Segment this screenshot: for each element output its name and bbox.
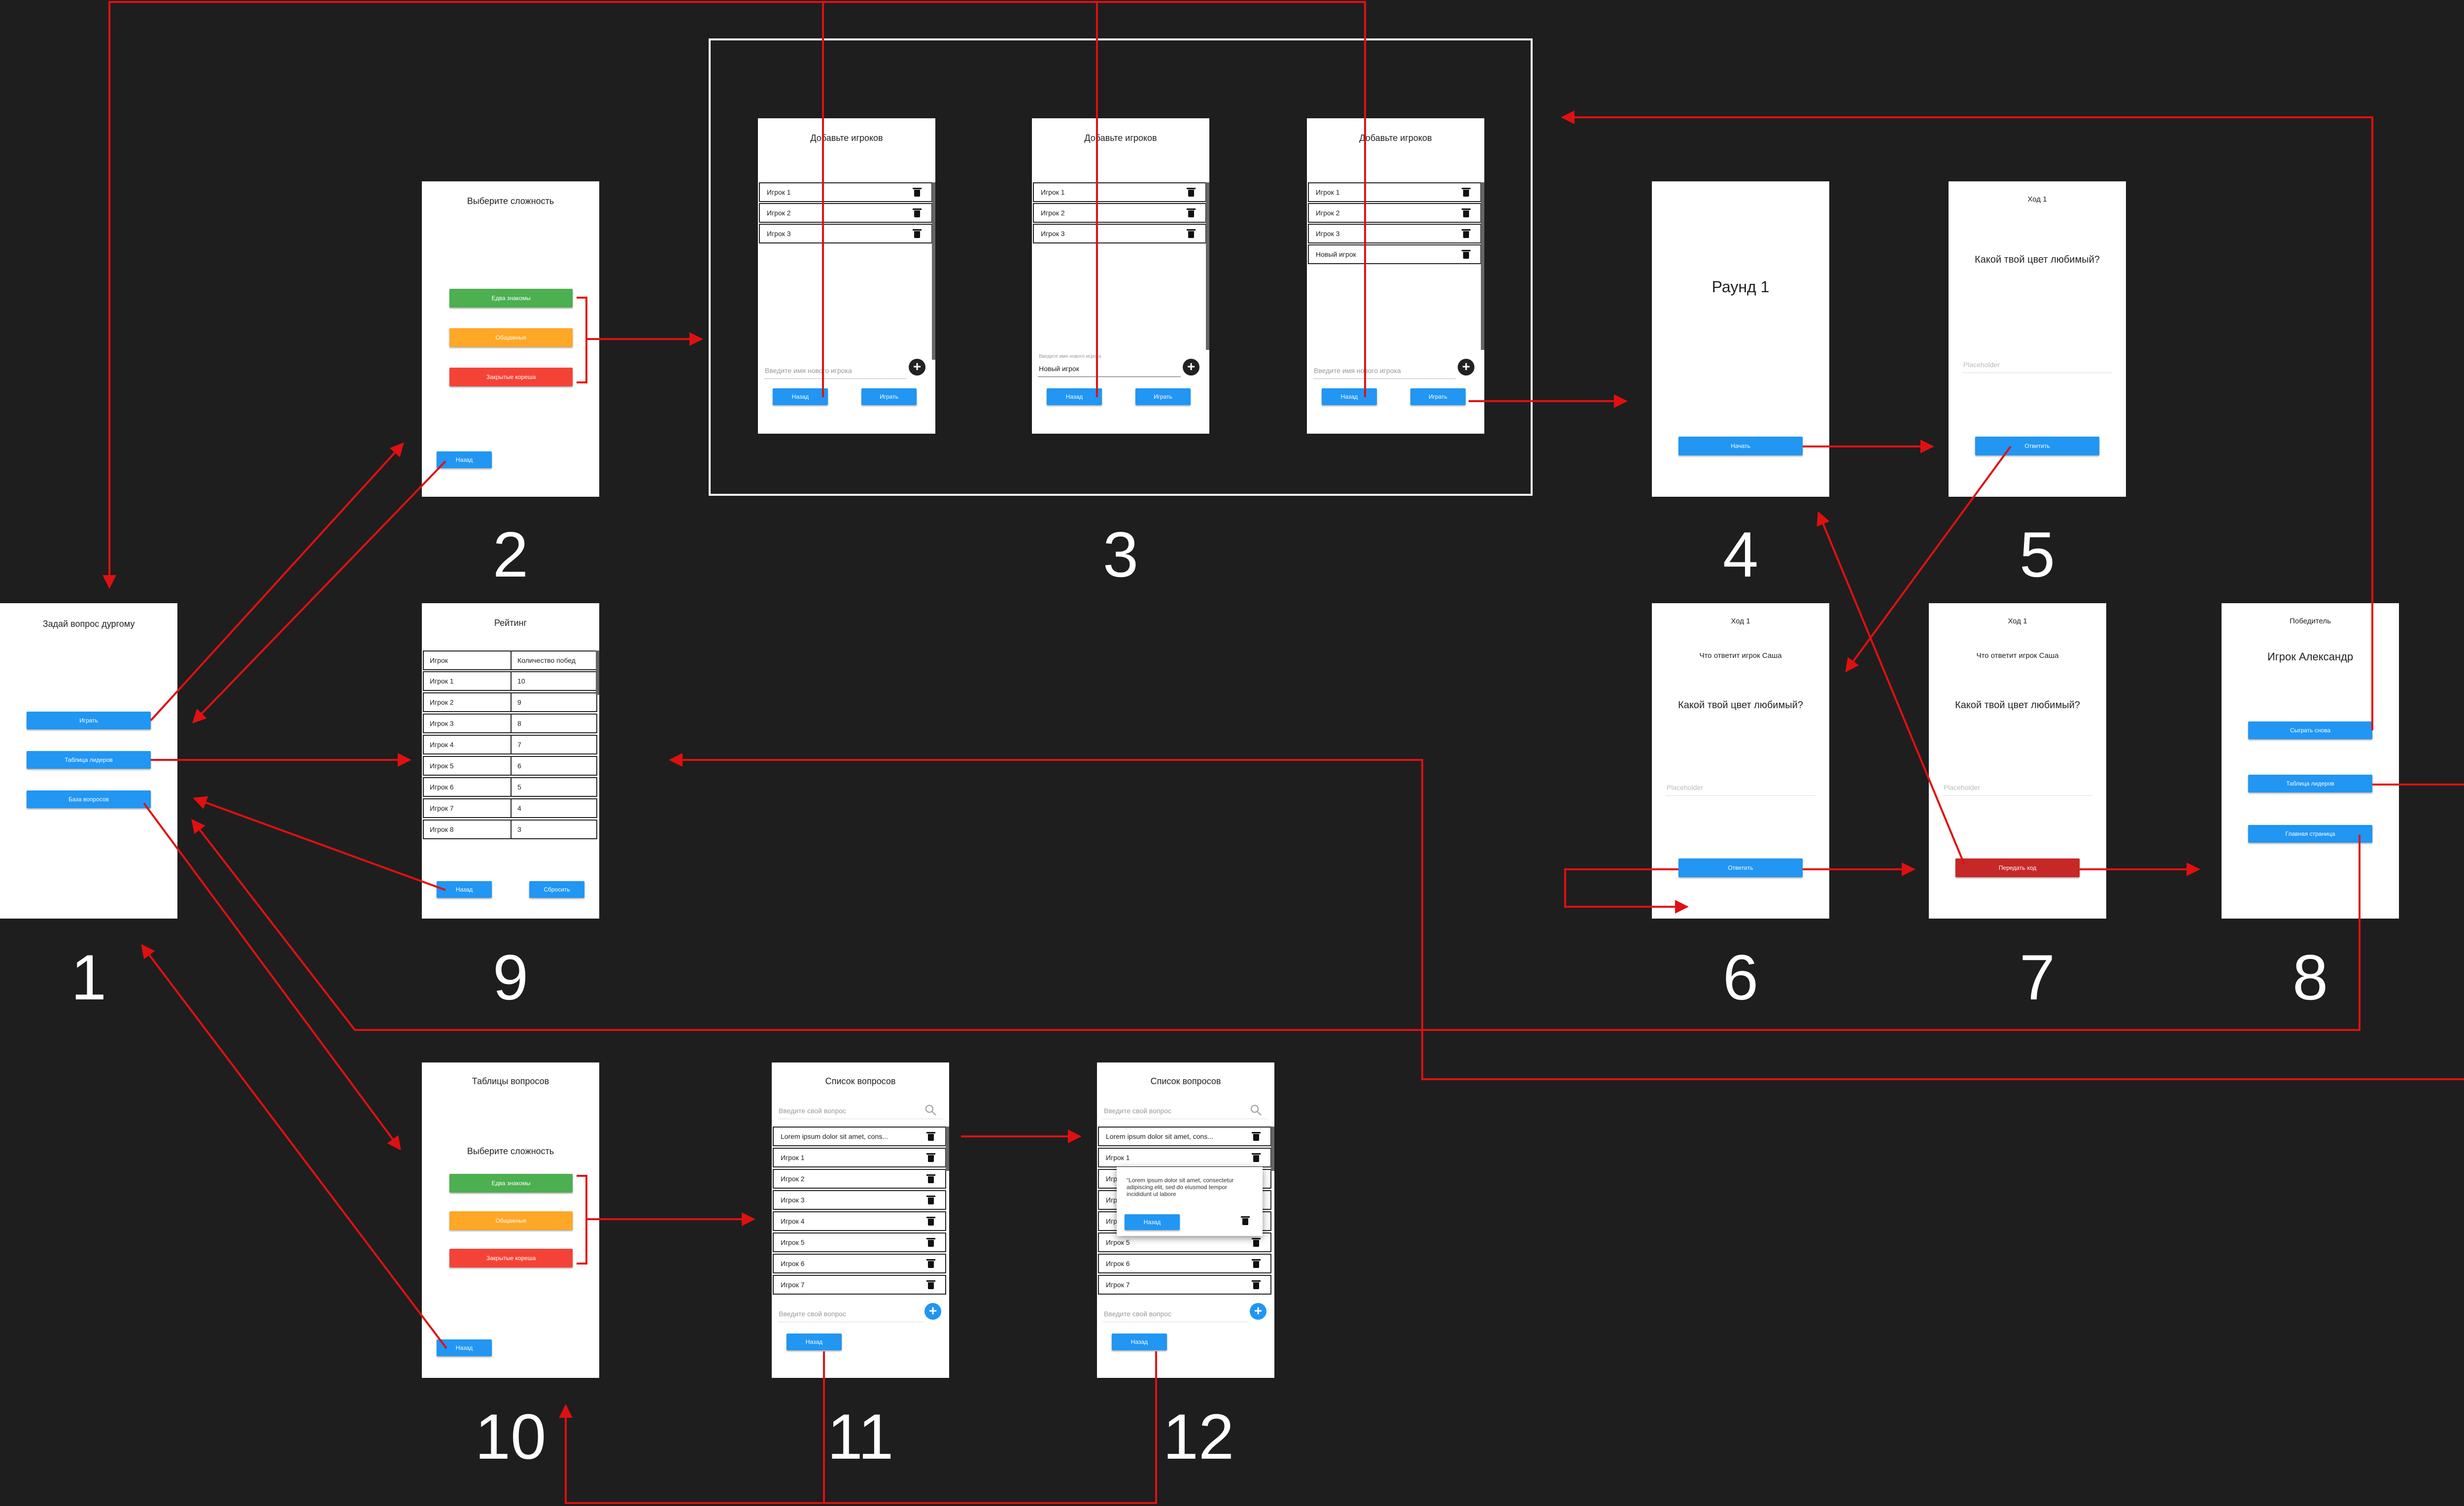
arrow-top-to-1 xyxy=(103,1,1365,589)
arrow-2-back-to-1 xyxy=(192,460,446,724)
arrow-9-back-to-1 xyxy=(193,796,446,891)
arrow-1-to-2 xyxy=(150,442,404,721)
flow-arrows xyxy=(103,1,2464,1504)
arrow-6-loop xyxy=(1564,868,1689,914)
arrow-7-to-4 xyxy=(1816,511,1965,865)
arrow-10-to-11 xyxy=(577,1175,754,1265)
arrow-8-to-3 xyxy=(1561,110,2373,730)
arrow-2-to-3 xyxy=(577,297,702,383)
arrow-11-12-back-to-10 xyxy=(559,1351,825,1504)
arrow-12-back xyxy=(824,1351,1157,1504)
arrow-1-to-10 xyxy=(143,802,401,1151)
arrow-8-to-1 xyxy=(191,819,2361,1031)
arrow-8-to-9 xyxy=(669,753,2464,1080)
arrow-3a-back-to-1 xyxy=(822,1,1366,397)
